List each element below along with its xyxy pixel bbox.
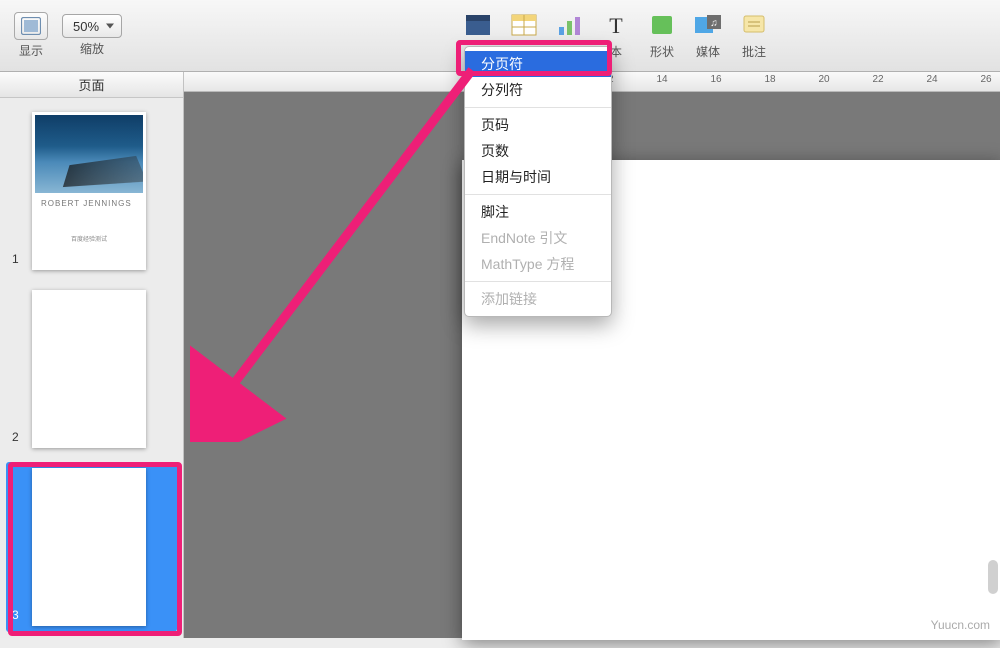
shape-icon — [649, 13, 675, 37]
comment-icon — [741, 13, 767, 37]
thumb-1-subtitle: 百度经验测试 — [71, 234, 107, 243]
media-label: 媒体 — [696, 43, 720, 60]
zoom-value: 50% — [73, 19, 99, 34]
shape-tool[interactable]: 形状 — [639, 11, 685, 60]
menu-date-time[interactable]: 日期与时间 — [465, 164, 611, 190]
menu-footnote[interactable]: 脚注 — [465, 199, 611, 225]
zoom-select[interactable]: 50% — [62, 14, 122, 38]
shape-label: 形状 — [650, 43, 674, 60]
thumbnails: 1 ROBERT JENNINGS 百度经验测试 2 3 — [0, 98, 183, 648]
menu-page-break[interactable]: 分页符 — [465, 51, 611, 77]
thumb-1-photo — [35, 115, 143, 193]
menu-sep-3 — [465, 281, 611, 282]
view-icon — [21, 17, 41, 35]
comment-label: 批注 — [742, 43, 766, 60]
menu-add-link: 添加链接 — [465, 286, 611, 312]
watermark: Yuucn.com — [931, 618, 990, 632]
menu-page-count[interactable]: 页数 — [465, 138, 611, 164]
thumb-1-title: ROBERT JENNINGS — [35, 199, 132, 208]
menu-mathtype: MathType 方程 — [465, 251, 611, 277]
view-button[interactable] — [14, 12, 48, 40]
comment-tool[interactable]: 批注 — [731, 11, 777, 60]
view-group: 显示 — [14, 12, 48, 59]
page-thumb-1[interactable]: 1 ROBERT JENNINGS 百度经验测试 — [6, 106, 177, 276]
layout-icon — [464, 13, 492, 37]
svg-text:T: T — [609, 13, 623, 37]
menu-page-number[interactable]: 页码 — [465, 112, 611, 138]
media-icon: ♫ — [693, 13, 723, 37]
view-label: 显示 — [19, 42, 43, 59]
page-thumb-3[interactable]: 3 — [6, 462, 177, 632]
media-tool[interactable]: ♫ 媒体 — [685, 11, 731, 60]
insert-menu: 分页符 分列符 页码 页数 日期与时间 脚注 EndNote 引文 MathTy… — [464, 46, 612, 317]
menu-endnote: EndNote 引文 — [465, 225, 611, 251]
page-thumb-2[interactable]: 2 — [6, 284, 177, 454]
zoom-group: 50% 缩放 — [62, 14, 122, 57]
chart-icon — [556, 13, 584, 37]
scrollbar-thumb[interactable] — [988, 560, 998, 594]
text-icon: T — [605, 13, 627, 37]
zoom-label: 缩放 — [80, 40, 104, 57]
svg-text:♫: ♫ — [710, 18, 718, 29]
table-icon — [510, 13, 538, 37]
sidebar-title: 页面 — [0, 72, 183, 98]
menu-sep-2 — [465, 194, 611, 195]
pages-sidebar: 页面 1 ROBERT JENNINGS 百度经验测试 2 3 — [0, 72, 184, 638]
menu-sep-1 — [465, 107, 611, 108]
menu-column-break[interactable]: 分列符 — [465, 77, 611, 103]
